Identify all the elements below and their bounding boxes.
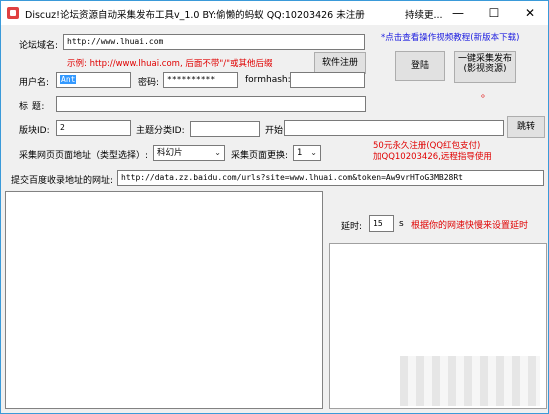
topic-category-input[interactable]	[190, 121, 260, 137]
login-button[interactable]: 登陆	[395, 51, 445, 81]
baidu-url-label: 提交百度收录地址的网址:	[11, 176, 114, 186]
username-value: Ant	[60, 75, 77, 84]
formhash-label: formhash:	[245, 75, 291, 85]
close-icon[interactable]: ✕	[512, 1, 548, 25]
collect-type-label: 采集网页页面地址（类型选择）:	[19, 151, 149, 161]
delay-hint: 根据你的网速快慢来设置延时	[411, 221, 529, 231]
chevron-down-icon: ⌄	[214, 148, 221, 157]
page-change-label: 采集页面更换:	[231, 151, 289, 161]
start-label: 开始:	[265, 126, 287, 136]
promo-line-2: 加QQ10203426,远程指导使用	[373, 152, 492, 162]
log-textarea[interactable]	[5, 191, 323, 409]
delay-input[interactable]: 15	[369, 215, 394, 232]
username-input[interactable]: Ant	[56, 72, 131, 88]
app-window: Discuz!论坛资源自动采集发布工具v_1.0 BY:偷懒的蚂蚁 QQ:102…	[0, 0, 549, 414]
pixelated-watermark	[400, 356, 540, 406]
title-label: 标 题:	[19, 102, 45, 112]
example-text: 示例: http://www.lhuai.com, 后面不带"/"或其他后缀	[67, 59, 273, 69]
minimize-icon[interactable]: —	[440, 1, 476, 25]
collect-type-value: 科幻片	[157, 148, 183, 158]
password-input[interactable]: **********	[163, 72, 238, 88]
maximize-icon[interactable]: ☐	[476, 1, 512, 25]
window-title: Discuz!论坛资源自动采集发布工具v_1.0 BY:偷懒的蚂蚁 QQ:102…	[25, 10, 365, 21]
output-textarea[interactable]	[329, 243, 547, 409]
title-input[interactable]	[56, 96, 366, 112]
formhash-input[interactable]	[290, 72, 365, 88]
collect-type-select[interactable]: 科幻片 ⌄	[153, 145, 225, 161]
window-title-extra: 持续更...	[405, 10, 443, 21]
board-id-label: 版块ID:	[19, 126, 50, 136]
chevron-down-icon: ⌄	[310, 148, 317, 157]
delay-unit: s	[399, 219, 404, 229]
username-label: 用户名:	[19, 78, 50, 88]
title-bar: Discuz!论坛资源自动采集发布工具v_1.0 BY:偷懒的蚂蚁 QQ:102…	[1, 1, 548, 25]
jump-button[interactable]: 跳转	[507, 116, 545, 138]
board-id-input[interactable]: 2	[56, 120, 131, 136]
tutorial-link[interactable]: *点击查看操作视频教程(新版本下载)	[381, 31, 519, 43]
app-icon	[7, 7, 19, 19]
forum-domain-input[interactable]: http://www.lhuai.com	[63, 34, 365, 50]
baidu-url-input[interactable]: http://data.zz.baidu.com/urls?site=www.l…	[117, 170, 544, 186]
topic-category-label: 主题分类ID:	[136, 126, 185, 136]
password-label: 密码:	[138, 78, 160, 88]
start-input[interactable]	[284, 120, 504, 136]
page-change-value: 1	[297, 148, 303, 158]
publish-dot: 。	[481, 89, 491, 100]
forum-domain-label: 论坛域名:	[19, 41, 59, 51]
register-button[interactable]: 软件注册	[314, 52, 366, 74]
delay-label: 延时:	[341, 222, 363, 232]
publish-button[interactable]: 一键采集发布(影视资源)	[454, 51, 516, 83]
page-change-select[interactable]: 1 ⌄	[293, 145, 321, 161]
